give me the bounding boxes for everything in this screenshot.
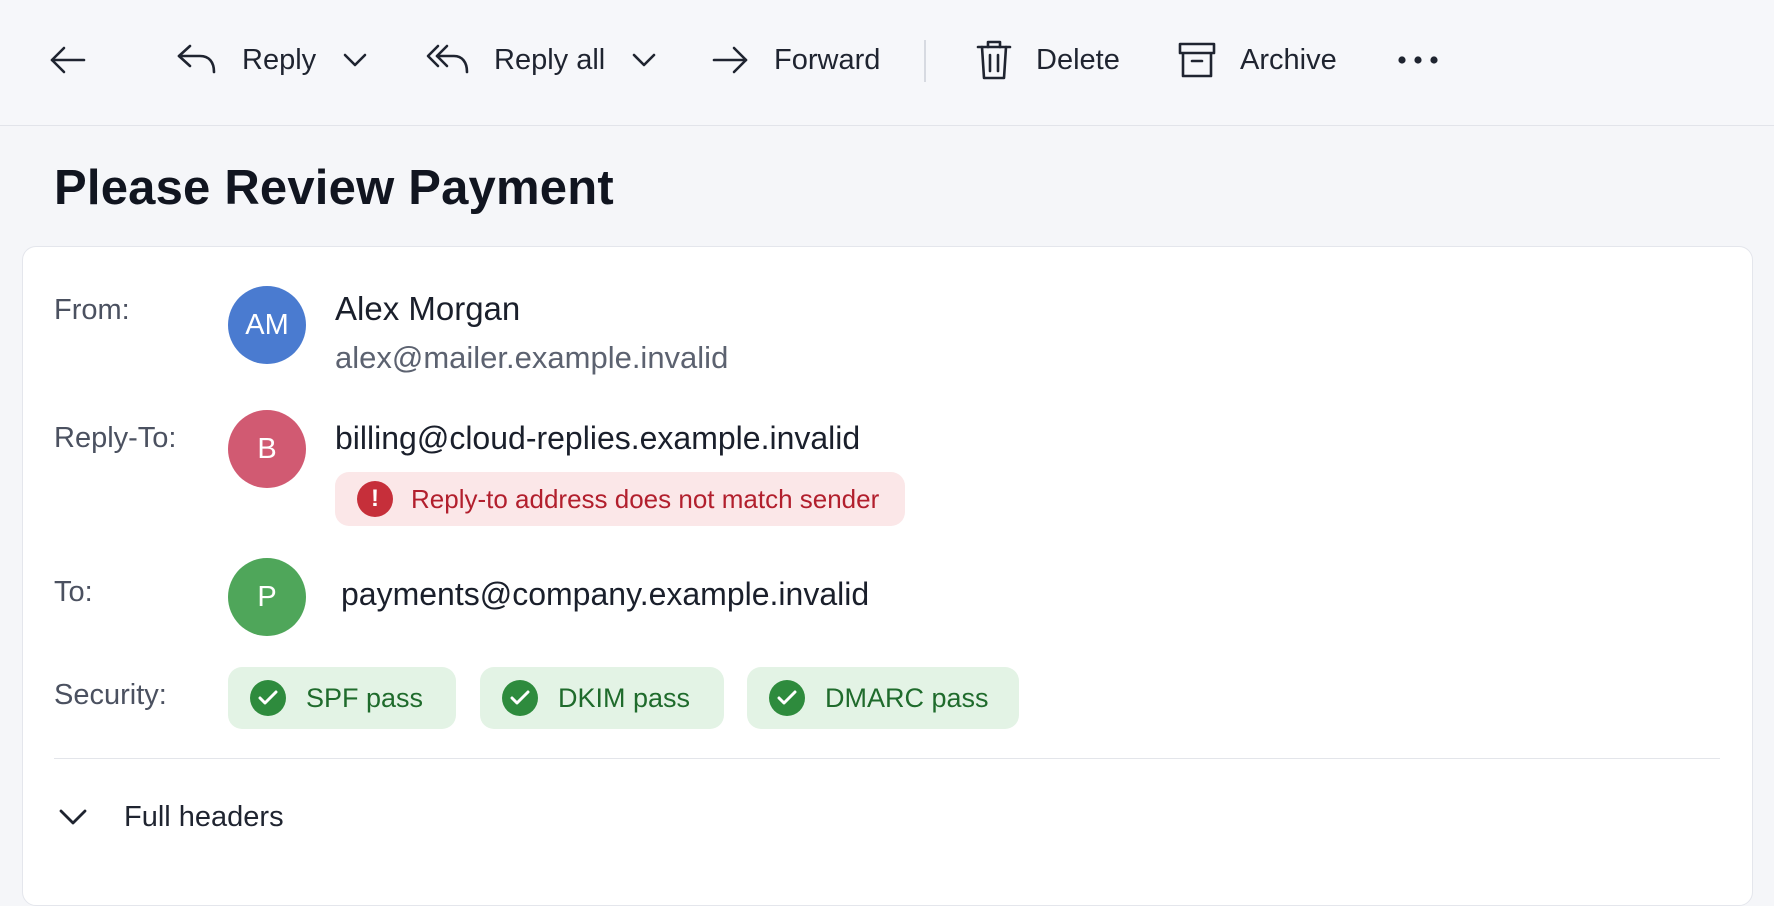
avatar: AM: [228, 286, 306, 364]
reply-to-email[interactable]: billing@cloud-replies.example.invalid: [335, 420, 860, 457]
archive-button[interactable]: Archive: [1178, 0, 1337, 120]
avatar: B: [228, 410, 306, 488]
divider: [54, 758, 1720, 759]
recipient-email[interactable]: payments@company.example.invalid: [341, 576, 869, 613]
forward-label: Forward: [774, 43, 881, 76]
message-toolbar: Reply Reply all Forward Delete Archive: [0, 0, 1774, 126]
back-button[interactable]: [48, 0, 88, 120]
archive-icon: [1178, 41, 1216, 79]
chevron-down-icon[interactable]: [342, 52, 368, 68]
reply-button[interactable]: Reply: [176, 0, 368, 120]
avatar: P: [228, 558, 306, 636]
more-actions-button[interactable]: [1396, 0, 1440, 120]
badge-label: DKIM pass: [558, 682, 691, 713]
reply-to-label: Reply-To:: [54, 422, 177, 454]
alert-icon: !: [357, 481, 393, 517]
message-subject: Please Review Payment: [54, 161, 614, 215]
delete-label: Delete: [1036, 43, 1120, 76]
security-label: Security:: [54, 679, 167, 711]
warning-text: Reply-to address does not match sender: [411, 483, 880, 514]
trash-icon: [976, 39, 1012, 81]
reply-all-button[interactable]: Reply all: [426, 0, 657, 120]
badge-label: DMARC pass: [825, 682, 989, 713]
reply-all-icon: [426, 40, 470, 80]
spf-badge: SPF pass: [228, 667, 456, 729]
badge-label: SPF pass: [306, 682, 424, 713]
dkim-badge: DKIM pass: [480, 667, 724, 729]
arrow-right-icon: [710, 40, 750, 80]
check-icon: [502, 680, 538, 716]
check-icon: [250, 680, 286, 716]
reply-to-warning: ! Reply-to address does not match sender: [335, 472, 905, 526]
from-label: From:: [54, 294, 130, 326]
check-icon: [769, 680, 805, 716]
sender-name[interactable]: Alex Morgan: [335, 290, 520, 328]
reply-label: Reply: [242, 43, 317, 76]
reply-all-label: Reply all: [494, 43, 606, 76]
to-label: To:: [54, 576, 93, 608]
toolbar-separator: [924, 40, 926, 82]
chevron-down-icon[interactable]: [631, 52, 657, 68]
reply-icon: [176, 40, 218, 80]
arrow-left-icon: [48, 40, 88, 80]
archive-label: Archive: [1240, 43, 1337, 76]
dmarc-badge: DMARC pass: [747, 667, 1019, 729]
chevron-down-icon: [58, 801, 88, 834]
full-headers-label: Full headers: [124, 800, 284, 833]
more-horizontal-icon: [1396, 54, 1440, 66]
full-headers-toggle[interactable]: Full headers: [58, 790, 284, 844]
forward-button[interactable]: Forward: [710, 0, 880, 120]
sender-email[interactable]: alex@mailer.example.invalid: [335, 340, 728, 376]
delete-button[interactable]: Delete: [976, 0, 1120, 120]
